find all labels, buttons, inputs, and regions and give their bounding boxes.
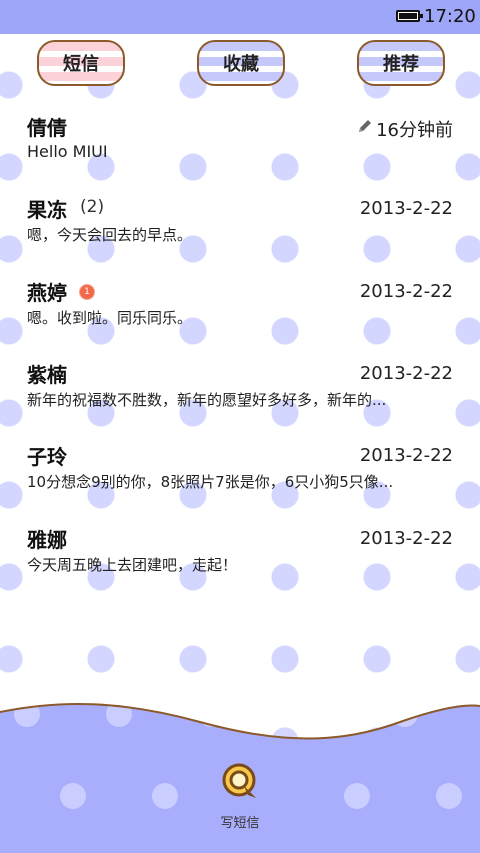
thread-item[interactable]: 雅娜 2013-2-22 今天周五晚上去团建吧，走起！ bbox=[0, 524, 480, 596]
thread-sender: 倩倩 bbox=[27, 116, 67, 140]
thread-preview: 嗯，今天会回去的早点。 bbox=[27, 226, 193, 244]
thread-item[interactable]: 紫楠 2013-2-22 新年的祝福数不胜数，新年的愿望好多好多，新年的... bbox=[0, 359, 480, 431]
compose-button[interactable]: 写短信 bbox=[214, 762, 266, 832]
battery-icon bbox=[396, 10, 423, 22]
thread-preview: 新年的祝福数不胜数，新年的愿望好多好多，新年的... bbox=[27, 391, 387, 409]
status-bar: 17:20 bbox=[0, 0, 480, 34]
thread-item[interactable]: 倩倩 16分钟前 Hello MIUI bbox=[0, 112, 480, 184]
thread-preview: 今天周五晚上去团建吧，走起！ bbox=[27, 556, 238, 574]
thread-sender: 子玲 bbox=[27, 445, 67, 469]
thread-time: 2013-2-22 bbox=[359, 445, 453, 466]
thread-time: 2013-2-22 bbox=[359, 363, 453, 384]
thread-sender: 雅娜 bbox=[27, 528, 67, 552]
tab-recommended[interactable]: 推荐 bbox=[357, 40, 445, 86]
thread-time: 2013-2-22 bbox=[359, 281, 453, 302]
tab-sms[interactable]: 短信 bbox=[37, 40, 125, 86]
thread-preview: Hello MIUI bbox=[27, 142, 108, 161]
status-time: 17:20 bbox=[424, 6, 476, 27]
thread-time: 16分钟前 bbox=[376, 120, 453, 141]
chat-bubble-icon bbox=[222, 763, 256, 798]
thread-item[interactable]: 燕婷 1 2013-2-22 嗯。收到啦。同乐同乐。 bbox=[0, 277, 480, 349]
tab-favorites[interactable]: 收藏 bbox=[197, 40, 285, 86]
thread-item[interactable]: 果冻 (2) 2013-2-22 嗯，今天会回去的早点。 bbox=[0, 194, 480, 266]
thread-sender: 燕婷 bbox=[27, 281, 67, 305]
draft-pencil-icon bbox=[359, 120, 371, 132]
thread-sender: 果冻 bbox=[27, 198, 67, 222]
unread-badge: 1 bbox=[80, 285, 94, 299]
thread-time: 2013-2-22 bbox=[359, 198, 453, 219]
thread-time: 2013-2-22 bbox=[359, 528, 453, 549]
unread-count: (2) bbox=[80, 197, 105, 217]
thread-item[interactable]: 子玲 2013-2-22 10分想念9别的你，8张照片7张是你，6只小狗5只像.… bbox=[0, 441, 480, 513]
thread-preview: 嗯。收到啦。同乐同乐。 bbox=[27, 309, 193, 327]
thread-sender: 紫楠 bbox=[27, 363, 67, 387]
compose-label: 写短信 bbox=[220, 816, 260, 831]
thread-preview: 10分想念9别的你，8张照片7张是你，6只小狗5只像... bbox=[27, 473, 394, 491]
